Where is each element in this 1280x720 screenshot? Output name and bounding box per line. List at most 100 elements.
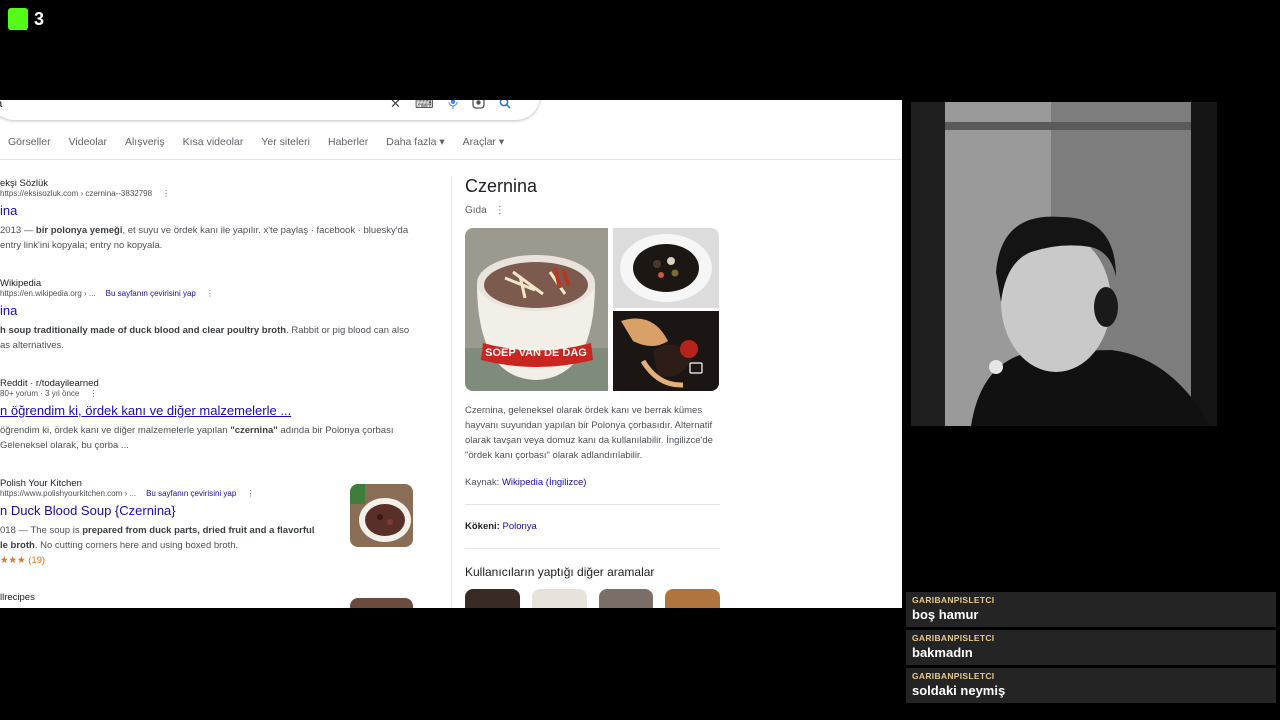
chat-text: bakmadın (912, 645, 973, 660)
kp-image-grid: SOEP VAN DE DAG (465, 228, 720, 393)
chat-message: GARIBANPISLETCI boş hamur (906, 592, 1276, 627)
result-site-name: Reddit · r/todayilearned (0, 378, 99, 389)
result-snippet: 018 — The soup is prepared from duck par… (0, 523, 330, 568)
snippet-bold: bir polonya yemeği (35, 225, 123, 236)
result-snippet: öğrendim ki, ördek kanı ve diğer malzeme… (0, 423, 420, 453)
result-url[interactable]: https://www.polishyourkitchen.com › ... (0, 489, 136, 498)
snippet-line2: Geleneksel olarak, bu çorba ... (0, 440, 129, 451)
kp-origin: Kökeni: Polonya (465, 521, 720, 532)
search-result: Reddit · r/todayilearned 80+ yorum · 3 y… (0, 378, 430, 478)
search-result: ekşi Sözlük https://eksisozluk.com › cze… (0, 178, 430, 278)
kp-others-title: Kullanıcıların yaptığı diğer aramalar (465, 565, 655, 579)
tab-short-videos[interactable]: Kısa videolar (183, 136, 244, 148)
more-options-icon[interactable]: ⋮ (162, 189, 170, 198)
tab-places[interactable]: Yer siteleri (261, 136, 310, 148)
snippet-line2: . No cutting corners here and using boxe… (34, 540, 239, 551)
search-input[interactable]: na (0, 100, 2, 110)
result-thumbnail[interactable] (350, 484, 413, 547)
image-text: SOEP VAN DE DAG (485, 347, 587, 359)
kp-divider (465, 504, 720, 505)
snippet-pre: öğrendim ki, ördek kanı ve diğer malzeme… (0, 425, 231, 436)
result-snippet: 2013 — bir polonya yemeği, et suyu ve ör… (0, 223, 420, 253)
kp-source-link[interactable]: Wikipedia (İngilizce) (502, 477, 586, 488)
result-title[interactable]: n öğrendim ki, ördek kanı ve diğer malze… (0, 403, 430, 418)
result-url[interactable]: https://en.wikipedia.org › ... (0, 289, 96, 298)
more-options-icon[interactable]: ⋮ (206, 289, 214, 298)
result-title[interactable]: ina (0, 203, 430, 218)
kp-description: Czernina, geleneksel olarak ördek kanı v… (465, 405, 713, 461)
tabs-divider (0, 159, 902, 160)
translate-link[interactable]: Bu sayfanın çevirisini yap (106, 289, 196, 298)
microphone-icon[interactable] (448, 100, 458, 112)
snippet-line2: as alternatives. (0, 340, 64, 351)
result-meta: 80+ yorum · 3 yıl önce (0, 389, 80, 398)
snippet-pre: 018 — The soup is (0, 525, 83, 536)
kp-image-bottom-right[interactable] (613, 311, 719, 391)
clear-icon[interactable]: ✕ (390, 100, 401, 111)
kp-source-label: Kaynak: (465, 477, 500, 488)
search-bar[interactable]: na ✕ ⌨ (0, 100, 540, 120)
rating-stars: ★★★ (19) (0, 555, 46, 566)
related-search-thumbnail[interactable] (598, 589, 654, 608)
result-site-name: ekşi Sözlük (0, 178, 49, 189)
kp-origin-label: Kökeni: (465, 521, 500, 532)
chat-username: GARIBANPISLETCI (912, 595, 995, 605)
translate-link[interactable]: Bu sayfanın çevirisini yap (146, 489, 236, 498)
kick-k-icon (8, 8, 28, 30)
result-title[interactable]: ina (0, 303, 430, 318)
more-options-icon[interactable]: ⋮ (89, 389, 97, 398)
keyboard-icon[interactable]: ⌨ (415, 100, 434, 111)
kp-subtitle: Gıda (465, 205, 487, 216)
snippet-pre: 2013 — (0, 225, 36, 236)
lens-icon[interactable] (472, 100, 485, 112)
snippet-post: . Rabbit or pig blood can also (286, 325, 410, 336)
tab-more[interactable]: Daha fazla ▾ (386, 136, 444, 148)
chat-message: GARIBANPISLETCI bakmadın (906, 630, 1276, 665)
chat-text: soldaki neymiş (912, 683, 1006, 698)
chat-username: GARIBANPISLETCI (912, 671, 995, 681)
result-thumbnail[interactable] (350, 598, 413, 608)
related-search-thumbnail[interactable] (465, 589, 520, 608)
related-search-thumbnail[interactable] (665, 589, 720, 608)
snippet-post: , et suyu ve ördek kanı ile yapılır. x't… (122, 225, 409, 236)
search-icon[interactable] (499, 100, 511, 112)
browser-window: na ✕ ⌨ Görseller Videolar Alışveriş Kısa… (0, 100, 902, 608)
snippet-line2-bold: le broth (0, 540, 35, 551)
search-result: Wikipedia https://en.wikipedia.org › ...… (0, 278, 430, 378)
tab-images[interactable]: Görseller (8, 136, 51, 148)
related-search-thumbnail[interactable] (531, 589, 587, 608)
column-divider (451, 176, 452, 608)
tab-shopping[interactable]: Alışveriş (125, 136, 165, 148)
result-snippet: h soup traditionally made of duck blood … (0, 323, 420, 353)
kp-others-row (465, 589, 720, 608)
result-url-row: https://eksisozluk.com › czernina--38327… (0, 189, 430, 198)
tab-tools[interactable]: Araçlar ▾ (463, 136, 504, 148)
more-options-icon[interactable]: ⋮ (246, 489, 254, 498)
kp-origin-link[interactable]: Polonya (502, 521, 536, 532)
kp-title: Czernina (465, 176, 538, 196)
tab-videos[interactable]: Videolar (69, 136, 107, 148)
kp-image-top-right[interactable] (613, 228, 719, 308)
more-options-icon[interactable]: ⋮ (495, 205, 505, 216)
tab-news[interactable]: Haberler (328, 136, 368, 148)
snippet-bold: h soup traditionally made of duck blood … (0, 325, 287, 336)
snippet-bold: "czernina" (230, 425, 278, 436)
kp-main-image[interactable]: SOEP VAN DE DAG (465, 228, 608, 391)
kp-divider (465, 548, 720, 549)
viewer-count: 3 (34, 8, 45, 29)
webcam-feed (911, 102, 1217, 426)
result-site-name: Wikipedia (0, 278, 42, 289)
result-url[interactable]: https://eksisozluk.com › czernina--38327… (0, 189, 152, 198)
chat-username: GARIBANPISLETCI (912, 633, 995, 643)
chat-overlay: GARIBANPISLETCI boş hamur GARIBANPISLETC… (906, 592, 1276, 706)
chat-message: GARIBANPISLETCI soldaki neymiş (906, 668, 1276, 703)
chat-text: boş hamur (912, 607, 979, 622)
search-tabs: Görseller Videolar Alışveriş Kısa videol… (8, 136, 504, 148)
snippet-bold: prepared from duck parts, dried fruit an… (82, 525, 315, 536)
snippet-post: adında bir Polonya çorbası (277, 425, 394, 436)
result-url-row: https://en.wikipedia.org › ... Bu sayfan… (0, 289, 430, 298)
snippet-line2: entry link'ini kopyala; entry no kopyala… (0, 240, 163, 251)
knowledge-panel: Czernina Gıda ⋮ SOEP VAN DE DAG Czernina… (465, 176, 720, 608)
kp-subtitle-row: Gıda ⋮ (465, 205, 720, 216)
kp-source: Kaynak: Wikipedia (İngilizce) (465, 477, 720, 488)
